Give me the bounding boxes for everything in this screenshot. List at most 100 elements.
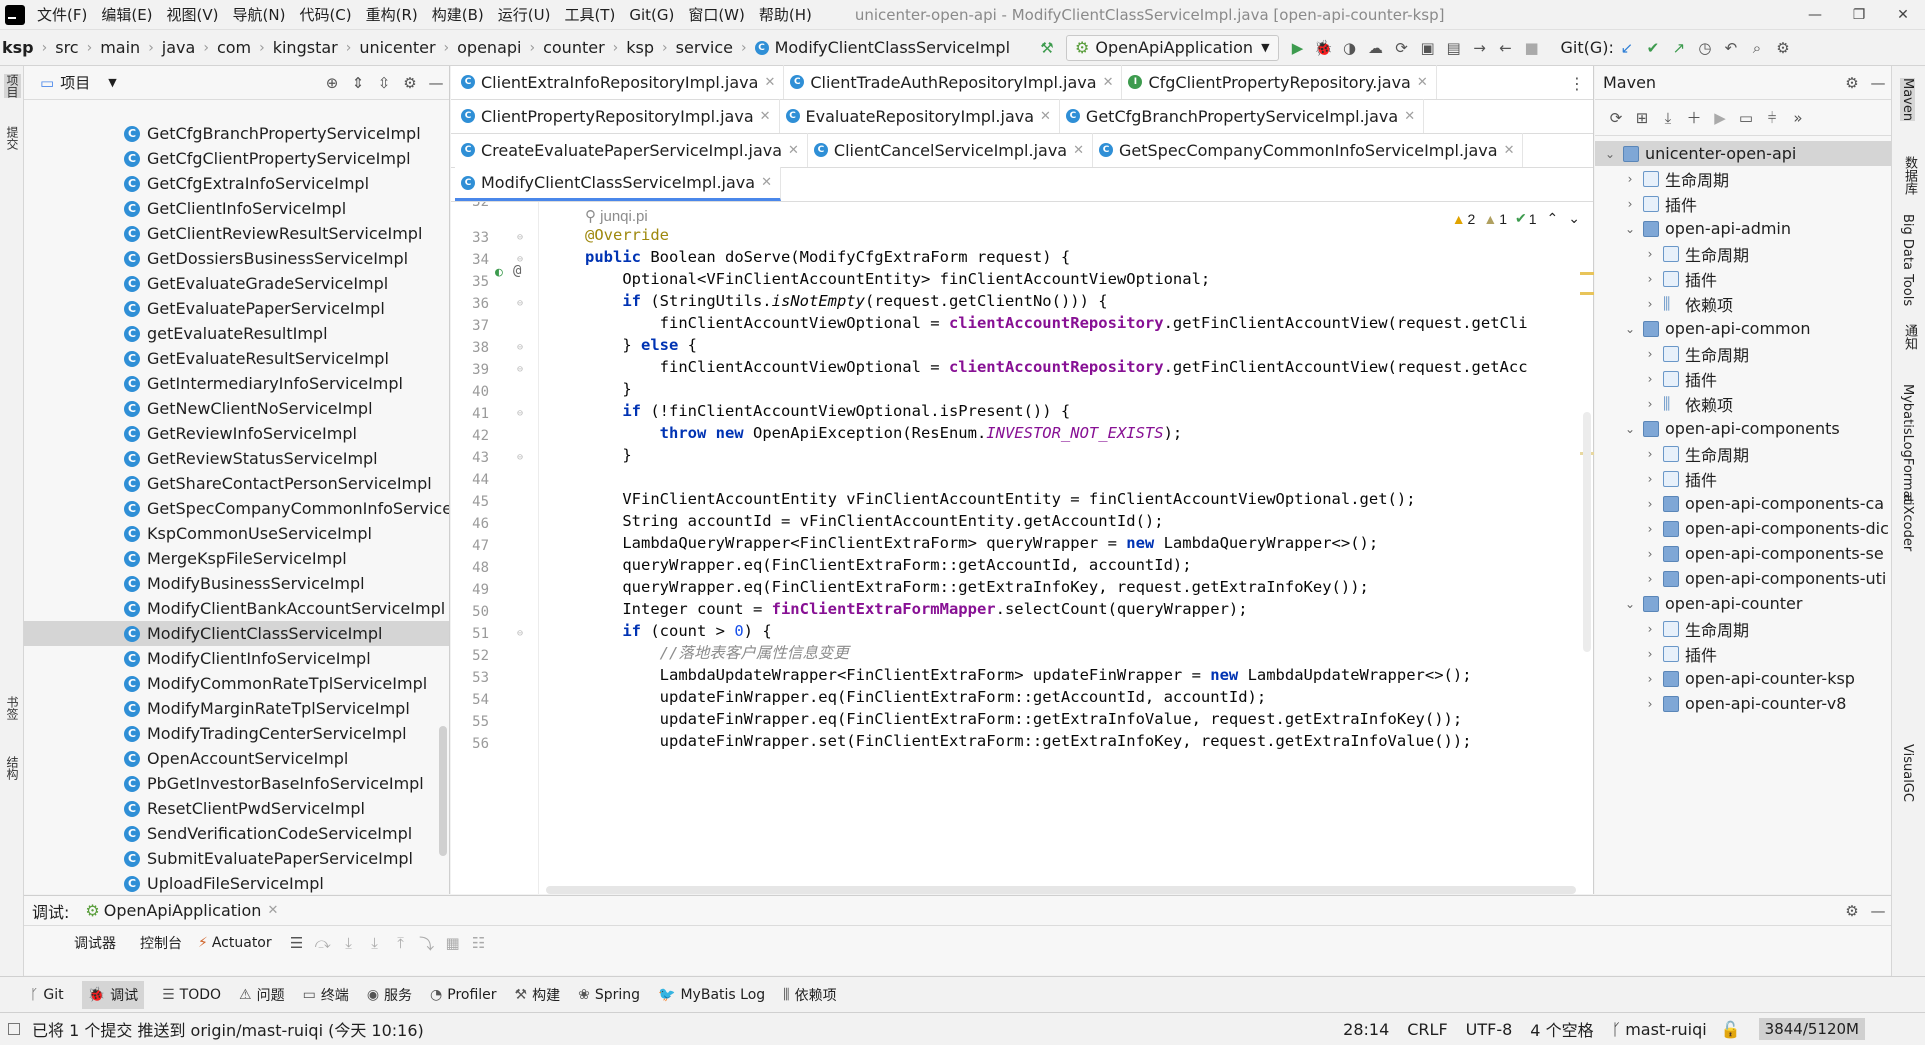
status-square-icon[interactable]: [8, 1023, 20, 1035]
menu-item[interactable]: 帮助(H): [752, 4, 819, 25]
gear-icon[interactable]: ⚙: [397, 70, 423, 96]
chevron-right-icon[interactable]: ›: [1643, 397, 1657, 411]
editor-tab[interactable]: C GetSpecCompanyCommonInfoServiceImpl.jav…: [1093, 133, 1524, 167]
menu-item[interactable]: Git(G): [622, 6, 681, 24]
more-icon[interactable]: »: [1785, 105, 1811, 131]
debug-tab-console[interactable]: 控制台: [140, 933, 182, 953]
tree-item[interactable]: C GetCfgExtraInfoServiceImpl: [24, 171, 449, 196]
step-over-icon[interactable]: ⤼: [310, 930, 336, 956]
git-push-icon[interactable]: ↗: [1666, 35, 1692, 61]
breadcrumb-item[interactable]: counter: [543, 38, 605, 57]
menu-item[interactable]: 导航(N): [226, 4, 293, 25]
chevron-right-icon[interactable]: ›: [1643, 447, 1657, 461]
breadcrumb-item[interactable]: openapi: [457, 38, 521, 57]
next-highlight-icon[interactable]: ⌄: [1568, 210, 1580, 227]
maven-tree-item[interactable]: › 生命周期: [1595, 441, 1891, 466]
maven-tree-item[interactable]: › 插件: [1595, 191, 1891, 216]
commit-tool-button[interactable]: 提交: [4, 126, 21, 150]
tree-item[interactable]: C GetShareContactPersonServiceImpl: [24, 471, 449, 496]
tree-item[interactable]: C GetSpecCompanyCommonInfoServiceImpl: [24, 496, 449, 521]
close-icon[interactable]: ✕: [1417, 75, 1428, 90]
fold-icon[interactable]: ⊖: [517, 628, 523, 639]
breadcrumb-item[interactable]: ksp: [626, 38, 654, 57]
tree-item[interactable]: C GetClientInfoServiceImpl: [24, 196, 449, 221]
indent-setting[interactable]: 4 个空格: [1530, 1017, 1593, 1041]
chevron-right-icon[interactable]: ›: [1643, 697, 1657, 711]
chevron-right-icon[interactable]: ›: [1623, 172, 1637, 186]
forward-icon[interactable]: →: [1467, 35, 1493, 61]
chevron-right-icon[interactable]: ›: [1643, 297, 1657, 311]
close-icon[interactable]: ✕: [1040, 109, 1051, 124]
chevron-right-icon[interactable]: ›: [1643, 347, 1657, 361]
tree-item[interactable]: C ModifyClientInfoServiceImpl: [24, 646, 449, 671]
tree-item[interactable]: C ModifyClientClassServiceImpl: [24, 621, 449, 646]
tree-item[interactable]: C GetEvaluateGradeServiceImpl: [24, 271, 449, 296]
menu-item[interactable]: 重构(R): [359, 4, 425, 25]
scrollbar-thumb[interactable]: [439, 726, 447, 856]
project-structure-icon[interactable]: ▤: [1441, 35, 1467, 61]
maven-tree-item[interactable]: › open-api-components-ca: [1595, 491, 1891, 516]
settings-icon[interactable]: ⚙: [1770, 35, 1796, 61]
chevron-down-icon[interactable]: ⌄: [1623, 422, 1637, 436]
maven-tree-item[interactable]: › open-api-components-dic: [1595, 516, 1891, 541]
breadcrumb-item[interactable]: com: [217, 38, 251, 57]
chevron-right-icon[interactable]: ›: [1643, 472, 1657, 486]
chevron-right-icon[interactable]: ›: [1623, 197, 1637, 211]
close-icon[interactable]: ✕: [788, 143, 799, 158]
maven-tree-item[interactable]: ⌄ open-api-counter: [1595, 591, 1891, 616]
override-marker-icon[interactable]: ◐: [495, 265, 503, 280]
fold-icon[interactable]: ⊖: [517, 452, 523, 463]
back-icon[interactable]: ←: [1493, 35, 1519, 61]
git-history-icon[interactable]: ◷: [1692, 35, 1718, 61]
reload-icon[interactable]: ⟳: [1603, 105, 1629, 131]
chevron-right-icon[interactable]: ›: [1643, 547, 1657, 561]
maven-tree-item[interactable]: › ⫼ 依赖项: [1595, 291, 1891, 316]
annotation-marker-icon[interactable]: @: [513, 263, 521, 279]
tree-item[interactable]: C ResetClientPwdServiceImpl: [24, 796, 449, 821]
lock-icon[interactable]: 🔓: [1721, 1020, 1741, 1039]
hide-panel-icon[interactable]: —: [1865, 898, 1891, 924]
bottom-tool-2[interactable]: 🐞 调试: [81, 980, 145, 1009]
breadcrumb-item[interactable]: unicenter: [359, 38, 435, 57]
build-project-icon[interactable]: ▣: [1415, 35, 1441, 61]
minimize-button[interactable]: —: [1793, 7, 1837, 23]
close-icon[interactable]: ✕: [267, 903, 278, 918]
right-tool-big-data-tools[interactable]: Big Data Tools: [1900, 214, 1915, 306]
run-maven-icon[interactable]: ▶: [1707, 105, 1733, 131]
editor-tab[interactable]: C ClientCancelServiceImpl.java ✕: [808, 133, 1093, 167]
menu-item[interactable]: 编辑(E): [94, 4, 159, 25]
search-icon[interactable]: ⌕: [1744, 35, 1770, 61]
bottom-tool-6[interactable]: ◉ 服务: [367, 985, 412, 1005]
run-to-cursor-icon[interactable]: ⤵: [414, 930, 440, 956]
maven-tree-item[interactable]: › open-api-components-uti: [1595, 566, 1891, 591]
tree-item[interactable]: C PbGetInvestorBaseInfoServiceImpl: [24, 771, 449, 796]
bottom-tool-5[interactable]: ▭ 终端: [303, 985, 349, 1005]
build-hammer-icon[interactable]: ⚒: [1034, 35, 1060, 61]
close-icon[interactable]: ✕: [1404, 109, 1415, 124]
chevron-down-icon[interactable]: ⌄: [1623, 597, 1637, 611]
chevron-right-icon[interactable]: ›: [1643, 647, 1657, 661]
tree-item[interactable]: C GetDossiersBusinessServiceImpl: [24, 246, 449, 271]
debug-session-tab[interactable]: ⚙ OpenApiApplication ✕: [85, 901, 278, 920]
fold-icon[interactable]: ⊖: [517, 408, 523, 419]
tree-item[interactable]: C GetNewClientNoServiceImpl: [24, 396, 449, 421]
stop-icon[interactable]: ■: [1519, 35, 1545, 61]
app-logo-icon[interactable]: [0, 0, 30, 30]
tree-item[interactable]: C MergeKspFileServiceImpl: [24, 546, 449, 571]
chevron-down-icon[interactable]: ⌄: [1623, 322, 1637, 336]
close-icon[interactable]: ✕: [1504, 143, 1515, 158]
chevron-right-icon[interactable]: ›: [1643, 497, 1657, 511]
menu-item[interactable]: 代码(C): [292, 4, 358, 25]
tree-item[interactable]: C GetCfgBranchPropertyServiceImpl: [24, 121, 449, 146]
editor-tab[interactable]: C CreateEvaluatePaperServiceImpl.java ✕: [455, 133, 808, 167]
debug-icon[interactable]: 🐞: [1311, 35, 1337, 61]
breadcrumb-item[interactable]: service: [676, 38, 733, 57]
code-area[interactable]: 32 ◐ @ 33 34 35 36 37 38 39 40 41 42 43 44 45 46 47 48 4…: [451, 202, 1594, 894]
right-tool-aixcoder[interactable]: aiXcoder: [1900, 494, 1915, 551]
debug-tab-debugger[interactable]: 调试器: [74, 933, 116, 953]
maven-tree-item[interactable]: › 插件: [1595, 366, 1891, 391]
gear-icon[interactable]: ⚙: [1839, 70, 1865, 96]
chevron-right-icon[interactable]: ›: [1643, 622, 1657, 636]
bottom-tool-4[interactable]: ⚠ 问题: [239, 985, 285, 1005]
execute-goal-icon[interactable]: ▭: [1733, 105, 1759, 131]
